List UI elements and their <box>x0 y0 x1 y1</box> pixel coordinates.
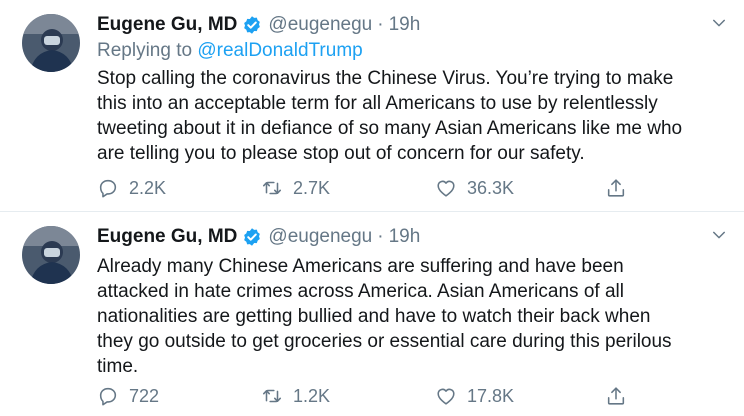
tweet-text-line: tweeting about it in defiance of so many… <box>97 118 683 139</box>
reply-icon <box>97 385 119 407</box>
tweet-header: Eugene Gu, MD @eugenegu · 19h <box>97 224 704 250</box>
tweet-actions: 2.2K 2.7K 36.3K <box>97 176 724 200</box>
chevron-down-icon[interactable] <box>710 226 728 244</box>
reply-button[interactable]: 722 <box>97 384 159 408</box>
tweet-timestamp[interactable]: 19h <box>389 14 421 36</box>
tweet-text-line: nationalities are getting bullied and ha… <box>97 306 651 327</box>
share-button[interactable] <box>605 176 637 200</box>
author-name[interactable]: Eugene Gu, MD <box>97 226 237 248</box>
heart-icon <box>435 385 457 407</box>
retweet-icon <box>261 177 283 199</box>
author-handle[interactable]: @eugenegu <box>268 226 372 248</box>
chevron-down-icon[interactable] <box>710 14 728 32</box>
replying-to: Replying to @realDonaldTrump <box>97 40 363 62</box>
reply-count: 2.2K <box>129 177 167 198</box>
tweet-1[interactable]: Eugene Gu, MD @eugenegu · 19h Replying t… <box>0 0 744 212</box>
tweet-text-line: time. <box>97 356 139 377</box>
tweet-header: Eugene Gu, MD @eugenegu · 19h <box>97 12 704 38</box>
heart-icon <box>435 177 457 199</box>
author-handle[interactable]: @eugenegu <box>268 14 372 36</box>
like-count: 17.8K <box>467 385 515 406</box>
reply-icon <box>97 177 119 199</box>
tweet-text: Already many Chinese Americans are suffe… <box>97 254 724 379</box>
share-button[interactable] <box>605 384 637 408</box>
retweet-button[interactable]: 1.2K <box>261 384 330 408</box>
like-button[interactable]: 36.3K <box>435 176 514 200</box>
verified-badge-icon <box>242 227 262 247</box>
reply-count: 722 <box>129 385 160 406</box>
retweet-button[interactable]: 2.7K <box>261 176 330 200</box>
tweet-actions: 722 1.2K 17.8K <box>97 384 724 408</box>
tweet-text-line: attacked in hate crimes across America. … <box>97 281 624 302</box>
mention-link[interactable]: @realDonaldTrump <box>197 40 362 61</box>
retweet-count: 2.7K <box>293 177 331 198</box>
retweet-count: 1.2K <box>293 385 331 406</box>
tweet-timestamp[interactable]: 19h <box>389 226 421 248</box>
avatar[interactable] <box>22 226 80 284</box>
avatar[interactable] <box>22 14 80 72</box>
reply-button[interactable]: 2.2K <box>97 176 166 200</box>
retweet-icon <box>261 385 283 407</box>
separator-dot: · <box>377 226 384 247</box>
replying-to-label: Replying to <box>97 40 193 61</box>
separator-dot: · <box>377 14 384 35</box>
tweet-text-line: this into an acceptable term for all Ame… <box>97 93 658 114</box>
tweet-text-line: Stop calling the coronavirus the Chinese… <box>97 68 674 89</box>
like-count: 36.3K <box>467 177 515 198</box>
tweet-text-line: they go outside to get groceries or esse… <box>97 331 672 352</box>
like-button[interactable]: 17.8K <box>435 384 514 408</box>
tweet-2[interactable]: Eugene Gu, MD @eugenegu · 19h Already ma… <box>0 212 744 416</box>
verified-badge-icon <box>242 15 262 35</box>
tweet-text: Stop calling the coronavirus the Chinese… <box>97 66 724 166</box>
share-icon <box>605 385 627 407</box>
tweet-text-line: are telling you to please stop out of co… <box>97 143 585 164</box>
author-name[interactable]: Eugene Gu, MD <box>97 14 237 36</box>
tweet-text-line: Already many Chinese Americans are suffe… <box>97 256 624 277</box>
share-icon <box>605 177 627 199</box>
